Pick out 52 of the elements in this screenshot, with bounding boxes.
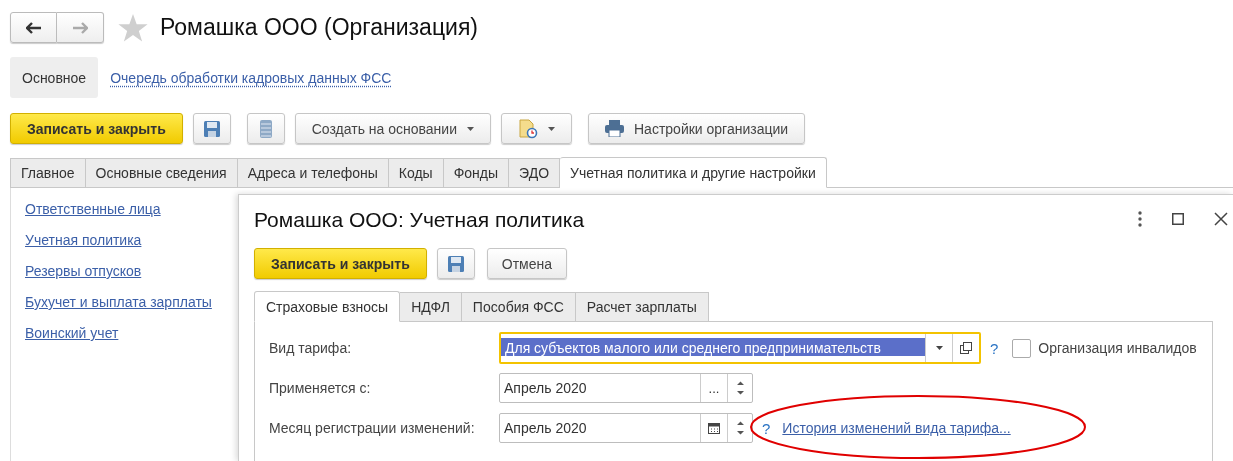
field-label: Применяется с: (269, 380, 372, 396)
dropdown-field[interactable]: Для субъектов малого или среднего предпринимательств (499, 332, 981, 364)
help-link[interactable]: ? (990, 339, 999, 357)
date-field[interactable]: Апрель 2020 (499, 413, 753, 443)
dialog-title: Ромашка ООО: Учетная политика (254, 207, 585, 232)
open-window-icon[interactable] (960, 342, 972, 354)
checkbox[interactable] (1012, 338, 1032, 358)
section-link[interactable]: Основное (10, 57, 99, 98)
save-button[interactable] (192, 113, 231, 144)
create-based-button[interactable]: Создать на основании (294, 113, 491, 144)
section-link[interactable]: Очередь обработки кадровых данных ФСС (98, 57, 404, 98)
organization-settings-button[interactable]: Настройки организации (588, 113, 806, 144)
window-title: Ромашка ООО (Организация) (160, 14, 479, 41)
spin-arrows-icon[interactable] (736, 379, 744, 397)
save-close-button[interactable]: Записать и закрыть (10, 113, 183, 144)
help-link[interactable]: ? (762, 419, 771, 437)
more-icon[interactable] (1138, 211, 1142, 227)
maximize-icon[interactable] (1172, 213, 1184, 225)
tab[interactable]: Страховые взносы (254, 291, 401, 322)
tab[interactable]: Адреса и телефоны (237, 158, 389, 188)
select-button[interactable]: ... (708, 381, 720, 395)
list-icon (258, 118, 273, 139)
tab[interactable]: Основные сведения (85, 158, 238, 188)
document-icon (518, 118, 538, 139)
tab[interactable]: Коды (388, 158, 444, 188)
tab[interactable]: Расчет зарплаты (575, 292, 709, 322)
tab[interactable]: Пособия ФСС (461, 292, 576, 322)
history-link[interactable]: История изменений вида тарифа... (782, 420, 1011, 436)
close-icon[interactable] (1214, 212, 1228, 226)
tab[interactable]: ЭДО (509, 158, 561, 188)
caret-icon (467, 126, 474, 131)
back-button[interactable] (10, 12, 57, 43)
printer-icon (605, 120, 624, 137)
dropdown-caret-icon[interactable] (935, 346, 943, 350)
star-icon[interactable] (118, 13, 148, 42)
report-button[interactable] (501, 113, 572, 144)
caret-icon (548, 126, 555, 131)
tab[interactable]: Главное (10, 158, 86, 188)
spin-arrows-icon[interactable] (736, 419, 744, 437)
cancel-button[interactable]: Отмена (486, 248, 567, 279)
date-field[interactable]: Апрель 2020 ... (499, 373, 753, 403)
tab[interactable]: Учетная политика и другие настройки (560, 157, 827, 188)
field-label: Вид тарифа: (269, 340, 353, 356)
checkbox-label: Организация инвалидов (1038, 340, 1197, 356)
calendar-icon[interactable] (708, 422, 720, 434)
back-arrow-icon (25, 21, 42, 34)
tab[interactable]: Фонды (443, 158, 510, 188)
save-button[interactable] (436, 248, 475, 279)
field-label: Месяц регистрации изменений: (269, 420, 476, 436)
forward-arrow-icon (72, 21, 88, 34)
tab[interactable]: НДФЛ (400, 292, 462, 322)
save-close-button[interactable]: Записать и закрыть (254, 248, 427, 279)
